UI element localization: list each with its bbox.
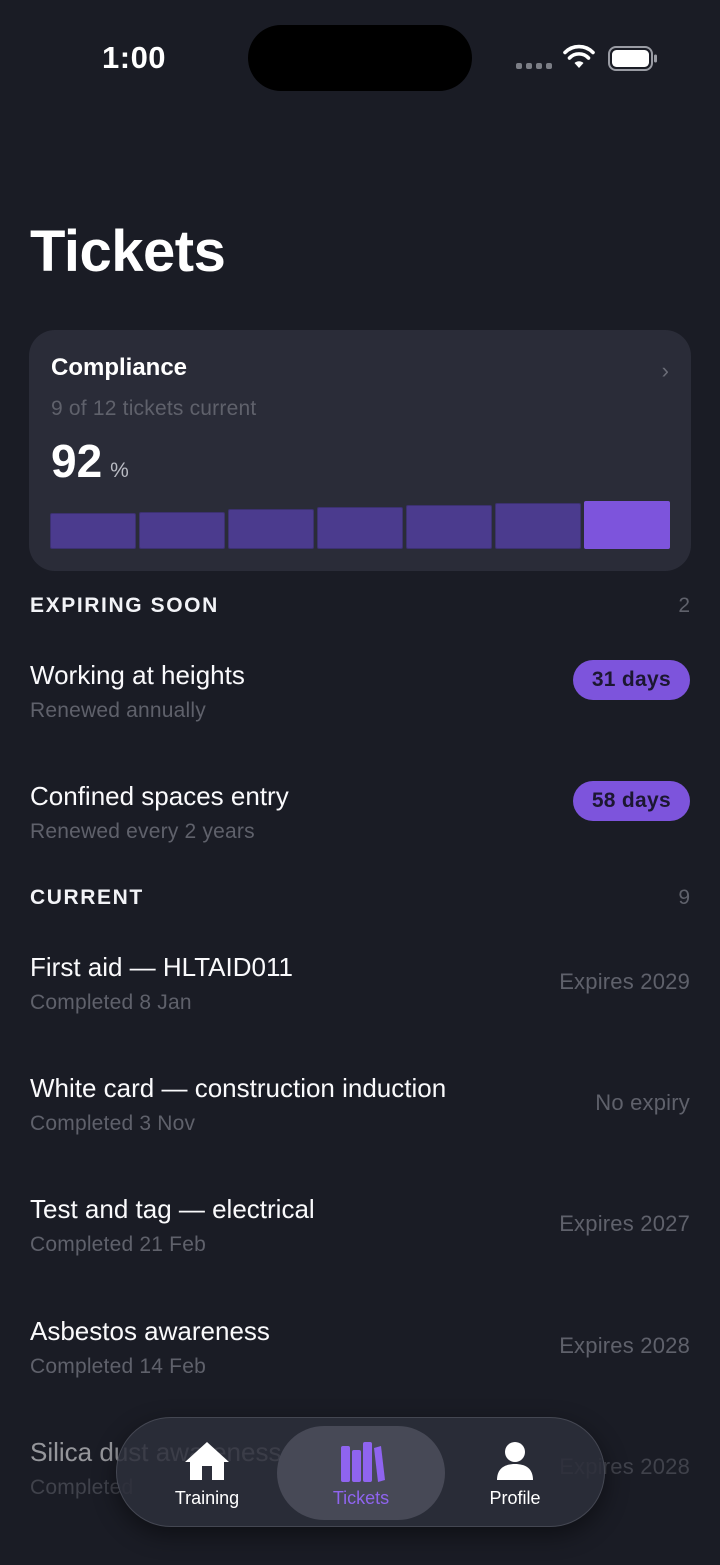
days-remaining-badge: 58 days <box>572 781 690 821</box>
ticket-expiry: No expiry <box>595 1090 690 1115</box>
ticket-title: Asbestos awareness <box>30 1316 270 1346</box>
compliance-bar <box>139 512 225 549</box>
ticket-title: First aid — HLTAID011 <box>30 952 293 982</box>
ticket-title: Test and tag — electrical <box>30 1194 315 1224</box>
tab-profile[interactable]: Profile <box>431 1426 599 1520</box>
list-item-first-aid[interactable]: First aid — HLTAID011 Completed 8 Jan Ex… <box>30 952 690 1032</box>
status-bar: 1:00 <box>0 0 720 120</box>
ticket-title: Working at heights <box>30 660 245 690</box>
ticket-subtitle: Completed 8 Jan <box>30 991 192 1014</box>
compliance-bar-chart <box>50 497 670 549</box>
ticket-subtitle: Completed 21 Feb <box>30 1233 206 1256</box>
wifi-icon <box>563 44 595 68</box>
tab-label: Profile <box>489 1487 541 1508</box>
compliance-bar <box>50 513 136 549</box>
books-icon <box>341 1441 385 1482</box>
list-item-confined-spaces[interactable]: Confined spaces entry Renewed every 2 ye… <box>30 781 690 861</box>
list-item-working-at-heights[interactable]: Working at heights Renewed annually 31 d… <box>30 660 690 740</box>
ticket-subtitle: Completed 14 Feb <box>30 1355 206 1378</box>
ticket-expiry: Expires 2028 <box>559 1333 690 1358</box>
days-remaining-badge: 31 days <box>572 660 690 700</box>
list-item-asbestos[interactable]: Asbestos awareness Completed 14 Feb Expi… <box>30 1316 690 1396</box>
tab-label: Training <box>174 1487 240 1508</box>
house-icon <box>185 1441 229 1480</box>
page-title: Tickets <box>30 219 226 284</box>
status-time: 1:00 <box>102 40 167 75</box>
compliance-title: Compliance <box>51 354 188 381</box>
ticket-subtitle: Completed 3 Nov <box>30 1112 196 1135</box>
expiring-section-label: EXPIRING SOON <box>30 594 219 617</box>
compliance-bar <box>406 505 492 549</box>
tickets-screen: 1:00 Tickets Compliance › 9 of 12 ticket… <box>0 0 720 1565</box>
compliance-unit: % <box>110 459 129 482</box>
cellular-signal-icon <box>516 63 552 69</box>
expiring-section-count: 2 <box>678 594 690 617</box>
current-section-count: 9 <box>678 886 690 909</box>
list-item-test-and-tag[interactable]: Test and tag — electrical Completed 21 F… <box>30 1194 690 1274</box>
compliance-bar <box>317 507 403 549</box>
ticket-expiry: Expires 2027 <box>559 1211 690 1236</box>
expiring-section-header: EXPIRING SOON 2 <box>30 594 690 618</box>
ticket-title: Confined spaces entry <box>30 781 289 811</box>
tab-tickets[interactable]: Tickets <box>277 1426 445 1520</box>
current-section-label: CURRENT <box>30 886 144 909</box>
compliance-bar <box>584 501 670 549</box>
ticket-title: White card — construction induction <box>30 1073 447 1103</box>
person-icon <box>497 1441 533 1480</box>
tab-bar: Training Tickets Profile <box>116 1417 605 1527</box>
ticket-subtitle: Renewed annually <box>30 699 206 722</box>
compliance-value: 92 % <box>51 434 129 488</box>
compliance-percent: 92 <box>51 435 103 487</box>
compliance-subtitle: 9 of 12 tickets current <box>51 397 257 420</box>
ticket-subtitle: Renewed every 2 years <box>30 820 255 843</box>
compliance-card[interactable]: Compliance › 9 of 12 tickets current 92 … <box>29 330 691 571</box>
chevron-right-icon: › <box>661 358 669 383</box>
dynamic-island <box>248 25 472 91</box>
tab-label: Tickets <box>332 1487 390 1508</box>
compliance-bar <box>228 509 314 549</box>
battery-icon <box>608 46 657 71</box>
compliance-bar <box>495 503 581 549</box>
list-item-white-card[interactable]: White card — construction induction Comp… <box>30 1073 690 1153</box>
tab-training[interactable]: Training <box>123 1426 291 1520</box>
ticket-expiry: Expires 2029 <box>559 969 690 994</box>
current-section-header: CURRENT 9 <box>30 886 690 910</box>
